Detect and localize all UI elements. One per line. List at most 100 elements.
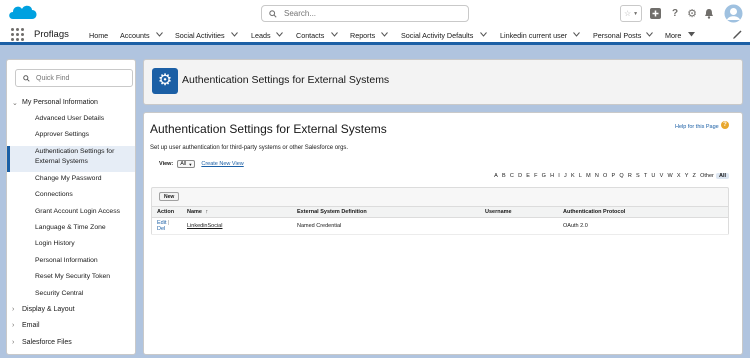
username-cell — [480, 217, 558, 235]
chevron-down-icon[interactable] — [646, 32, 653, 37]
alpha-filter-p[interactable]: P — [609, 173, 617, 179]
alpha-filter-z[interactable]: Z — [690, 173, 698, 179]
sidebar-item-reset-my-security-token[interactable]: Reset My Security Token — [35, 273, 110, 280]
help-icon[interactable]: ? — [721, 121, 729, 129]
alpha-filter-r[interactable]: R — [626, 173, 634, 179]
column-header-action: Action — [152, 206, 182, 218]
favorites-button[interactable]: ☆ ▼ — [620, 5, 642, 22]
alpha-filter-d[interactable]: D — [516, 173, 524, 179]
app-name: Proflags — [34, 29, 69, 40]
main-content: Authentication Settings for External Sys… — [143, 112, 743, 355]
page-header-title: Authentication Settings for External Sys… — [182, 74, 390, 86]
alpha-filter-y[interactable]: Y — [683, 173, 691, 179]
nav-item-more[interactable]: More — [665, 31, 681, 40]
alpha-filter-all[interactable]: All — [715, 173, 729, 179]
alpha-filter-b[interactable]: B — [500, 173, 508, 179]
chevron-down-icon[interactable] — [480, 32, 487, 37]
column-header-name[interactable]: Name ↑ — [182, 206, 292, 218]
setup-gear-icon: ⚙ — [152, 68, 178, 94]
tree-section-my-personal-information[interactable]: My Personal Information — [22, 99, 98, 106]
chevron-down-icon[interactable]: ⌄ — [12, 99, 18, 107]
setup-gear-icon: ⚙ — [687, 8, 697, 20]
nav-item-accounts[interactable]: Accounts — [120, 31, 150, 40]
notifications-bell-icon — [705, 9, 713, 19]
help-for-this-page-link[interactable]: Help for this Page — [675, 124, 719, 130]
alpha-filter-j[interactable]: J — [562, 173, 569, 179]
alpha-filter-t[interactable]: T — [642, 173, 650, 179]
chevron-right-icon[interactable]: › — [12, 339, 14, 346]
help-button[interactable]: ? — [669, 5, 681, 22]
tree-section-email[interactable]: Email — [22, 322, 40, 329]
chevron-down-icon: ▼ — [633, 10, 639, 17]
view-selector-row: View: All ▼ Create New View — [159, 160, 244, 168]
add-icon — [650, 8, 661, 19]
alpha-filter-n[interactable]: N — [593, 173, 601, 179]
add-button[interactable] — [649, 5, 662, 22]
alpha-filter-k[interactable]: K — [569, 173, 577, 179]
alpha-filter-l[interactable]: L — [577, 173, 584, 179]
alpha-filter-m[interactable]: M — [584, 173, 593, 179]
chevron-down-icon[interactable] — [156, 32, 163, 37]
alpha-filter-a[interactable]: A — [492, 173, 500, 179]
sidebar-item-authentication-settings[interactable]: Authentication Settings for — [35, 148, 114, 155]
nav-item-social-activity-defaults[interactable]: Social Activity Defaults — [401, 31, 473, 40]
chevron-down-icon[interactable] — [381, 32, 388, 37]
sidebar-item-login-history[interactable]: Login History — [35, 240, 75, 247]
quick-find-placeholder: Quick Find — [36, 74, 70, 82]
chevron-down-icon[interactable] — [331, 32, 338, 37]
alpha-filter-f[interactable]: F — [532, 173, 540, 179]
chevron-down-icon[interactable] — [231, 32, 238, 37]
tree-section-display-layout[interactable]: Display & Layout — [22, 306, 75, 313]
alpha-filter-s[interactable]: S — [634, 173, 642, 179]
chevron-right-icon[interactable]: › — [12, 322, 14, 329]
nav-item-personal-posts[interactable]: Personal Posts — [593, 31, 641, 40]
record-name-link[interactable]: LinkedinSocial — [187, 223, 222, 229]
page-title: Authentication Settings for External Sys… — [150, 122, 387, 136]
alpha-filter-x[interactable]: X — [675, 173, 683, 179]
alpha-filter-c[interactable]: C — [508, 173, 516, 179]
global-search-input[interactable]: Search... — [261, 5, 469, 22]
sidebar-item-connections[interactable]: Connections — [35, 191, 73, 198]
chevron-down-icon[interactable] — [573, 32, 580, 37]
sidebar-item-advanced-user-details[interactable]: Advanced User Details — [35, 115, 104, 122]
alpha-filter-u[interactable]: U — [649, 173, 657, 179]
app-launcher-icon[interactable] — [11, 28, 24, 41]
edit-nav-pencil-icon[interactable] — [733, 30, 742, 39]
sidebar-item-security-central[interactable]: Security Central — [35, 290, 83, 297]
nav-item-leads[interactable]: Leads — [251, 31, 271, 40]
user-avatar-icon — [724, 4, 743, 22]
sidebar-item-authentication-settings-line2[interactable]: External Systems — [35, 158, 88, 165]
alpha-filter-other[interactable]: Other — [698, 173, 716, 179]
alpha-filter-e[interactable]: E — [524, 173, 532, 179]
notifications-button[interactable] — [703, 5, 715, 22]
sidebar-item-approver-settings[interactable]: Approver Settings — [35, 131, 89, 138]
chevron-down-icon[interactable] — [276, 32, 283, 37]
view-select[interactable]: All ▼ — [177, 160, 196, 168]
salesforce-logo[interactable] — [7, 2, 39, 24]
nav-item-social-activities[interactable]: Social Activities — [175, 31, 225, 40]
chevron-right-icon[interactable]: › — [12, 306, 14, 313]
create-new-view-link[interactable]: Create New View — [201, 161, 243, 167]
sidebar-item-personal-information[interactable]: Personal Information — [35, 257, 98, 264]
alpha-filter-g[interactable]: G — [540, 173, 548, 179]
new-button[interactable]: New — [159, 192, 180, 201]
caret-down-icon[interactable] — [688, 32, 695, 37]
sidebar-item-language-time-zone[interactable]: Language & Time Zone — [35, 224, 106, 231]
sidebar-item-change-my-password[interactable]: Change My Password — [35, 175, 102, 182]
alpha-filter-q[interactable]: Q — [617, 173, 625, 179]
alpha-filter-v[interactable]: V — [657, 173, 665, 179]
sort-ascending-icon: ↑ — [205, 209, 209, 215]
nav-item-home[interactable]: Home — [89, 31, 108, 40]
tree-section-salesforce-files[interactable]: Salesforce Files — [22, 339, 72, 346]
nav-item-reports[interactable]: Reports — [350, 31, 375, 40]
alpha-filter-o[interactable]: O — [601, 173, 609, 179]
alpha-filter-w[interactable]: W — [665, 173, 674, 179]
delete-link[interactable]: Del — [157, 226, 165, 232]
nav-item-linkedin-current-user[interactable]: Linkedin current user — [500, 31, 567, 40]
quick-find-input[interactable]: Quick Find — [15, 69, 133, 87]
sidebar-item-grant-account-login-access[interactable]: Grant Account Login Access — [35, 208, 120, 215]
alpha-filter-h[interactable]: H — [548, 173, 556, 179]
nav-item-contacts[interactable]: Contacts — [296, 31, 324, 40]
setup-button[interactable]: ⚙ — [685, 5, 699, 22]
user-avatar[interactable] — [724, 3, 743, 23]
